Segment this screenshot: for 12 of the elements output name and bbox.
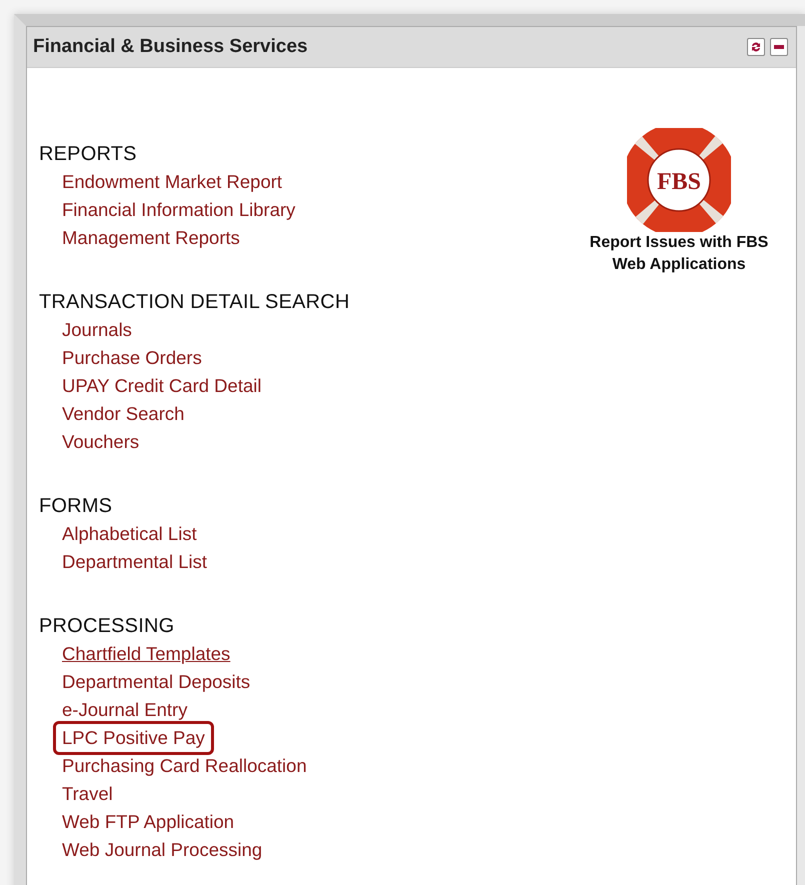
- refresh-icon: [750, 41, 762, 53]
- refresh-button[interactable]: [747, 38, 765, 56]
- minimize-icon: [774, 45, 784, 49]
- panel-title: Financial & Business Services: [33, 36, 309, 58]
- menu-link[interactable]: LPC Positive Pay: [53, 721, 214, 755]
- report-issues-caption[interactable]: Report Issues with FBS Web Applications: [574, 232, 784, 276]
- section-heading: PROCESSING: [39, 614, 174, 639]
- lifebuoy-logo[interactable]: FBS: [627, 128, 731, 232]
- section-heading: FORMS: [39, 494, 112, 519]
- section-heading: TRANSACTION DETAIL SEARCH: [39, 290, 350, 315]
- section-heading: REPORTS: [39, 142, 137, 167]
- minimize-button[interactable]: [770, 38, 788, 56]
